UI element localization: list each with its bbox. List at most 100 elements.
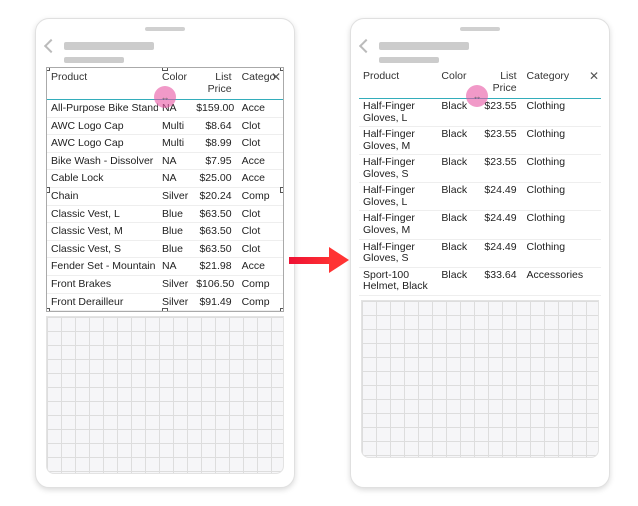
resize-handle[interactable] <box>162 308 168 312</box>
cell-color: Multi <box>158 135 192 153</box>
cell-color: Multi <box>158 117 192 135</box>
cell-product: Front Brakes <box>47 276 158 294</box>
close-icon[interactable]: ✕ <box>589 69 599 83</box>
cell-category: Clot <box>238 135 283 153</box>
table-row[interactable]: Half-Finger Gloves, MBlack$24.49Clothing <box>359 211 601 239</box>
cell-price: $8.99 <box>192 135 237 153</box>
col-product[interactable]: Product <box>47 68 158 100</box>
cell-color: Black <box>437 127 475 155</box>
cell-color: Black <box>437 267 475 295</box>
cell-product: Front Derailleur <box>47 293 158 311</box>
back-icon[interactable] <box>359 39 373 53</box>
cell-category: Clot <box>238 240 283 258</box>
table-visual-selected[interactable]: ✕ ↔ Product Color List Price Catego All-… <box>46 67 284 312</box>
resize-handle[interactable] <box>46 67 50 71</box>
cell-color: Silver <box>158 276 192 294</box>
resize-handle[interactable] <box>46 308 50 312</box>
screen-header <box>36 37 294 55</box>
cell-color: Blue <box>158 223 192 241</box>
cell-category: Clothing <box>523 211 601 239</box>
cell-product: Half-Finger Gloves, L <box>359 99 437 127</box>
cell-price: $106.50 <box>192 276 237 294</box>
transition-arrow-icon <box>289 250 349 270</box>
cell-color: NA <box>158 152 192 170</box>
cell-color: Black <box>437 239 475 267</box>
cell-color: Blue <box>158 205 192 223</box>
cell-product: Fender Set - Mountain <box>47 258 158 276</box>
cell-product: Cable Lock <box>47 170 158 188</box>
back-icon[interactable] <box>44 39 58 53</box>
cell-product: AWC Logo Cap <box>47 135 158 153</box>
table-row[interactable]: AWC Logo CapMulti$8.64Clot <box>47 117 283 135</box>
cell-category: Clothing <box>523 183 601 211</box>
canvas-grid <box>46 316 284 474</box>
close-icon[interactable]: ✕ <box>271 70 281 84</box>
cell-price: $23.55 <box>476 127 523 155</box>
phone-mockup-right: ✕ ↔ Product Color List Price Category Ha… <box>350 18 610 488</box>
table-row[interactable]: Classic Vest, LBlue$63.50Clot <box>47 205 283 223</box>
cell-category: Clot <box>238 205 283 223</box>
cell-product: All-Purpose Bike Stand <box>47 100 158 118</box>
phone-mockup-left: ✕ ↔ Product Color List Price Catego All-… <box>35 18 295 488</box>
column-resize-cursor-icon[interactable]: ↔ <box>154 86 176 108</box>
cell-color: NA <box>158 170 192 188</box>
table-row[interactable]: AWC Logo CapMulti$8.99Clot <box>47 135 283 153</box>
cell-category: Acce <box>238 152 283 170</box>
resize-handle[interactable] <box>280 187 284 193</box>
cell-category: Accessories <box>523 267 601 295</box>
cell-product: Classic Vest, L <box>47 205 158 223</box>
resize-handle[interactable] <box>162 67 168 71</box>
column-resize-cursor-icon[interactable]: ↔ <box>466 85 488 107</box>
cell-color: Black <box>437 211 475 239</box>
table-row[interactable]: Classic Vest, MBlue$63.50Clot <box>47 223 283 241</box>
canvas-grid <box>361 300 599 458</box>
table-row[interactable]: Half-Finger Gloves, MBlack$23.55Clothing <box>359 127 601 155</box>
cell-product: Half-Finger Gloves, S <box>359 155 437 183</box>
cell-category: Clothing <box>523 239 601 267</box>
cell-product: Half-Finger Gloves, M <box>359 127 437 155</box>
cell-category: Comp <box>238 188 283 206</box>
cell-price: $33.64 <box>476 267 523 295</box>
col-product[interactable]: Product <box>359 67 437 99</box>
cell-product: AWC Logo Cap <box>47 117 158 135</box>
cell-category: Clothing <box>523 127 601 155</box>
cell-price: $25.00 <box>192 170 237 188</box>
cell-price: $24.49 <box>476 239 523 267</box>
cell-product: Half-Finger Gloves, L <box>359 183 437 211</box>
cell-color: Blue <box>158 240 192 258</box>
table-row[interactable]: Half-Finger Gloves, SBlack$23.55Clothing <box>359 155 601 183</box>
cell-product: Half-Finger Gloves, M <box>359 211 437 239</box>
table-row[interactable]: Half-Finger Gloves, LBlack$24.49Clothing <box>359 183 601 211</box>
cell-price: $24.49 <box>476 183 523 211</box>
cell-color: Black <box>437 183 475 211</box>
cell-category: Clot <box>238 117 283 135</box>
table-row[interactable]: Front BrakesSilver$106.50Comp <box>47 276 283 294</box>
cell-category: Clothing <box>523 99 601 127</box>
table-row[interactable]: Bike Wash - DissolverNA$7.95Acce <box>47 152 283 170</box>
cell-price: $7.95 <box>192 152 237 170</box>
table-visual[interactable]: ✕ ↔ Product Color List Price Category Ha… <box>359 67 601 296</box>
cell-category: Clothing <box>523 155 601 183</box>
cell-product: Bike Wash - Dissolver <box>47 152 158 170</box>
table-row[interactable]: Sport-100 Helmet, BlackBlack$33.64Access… <box>359 267 601 295</box>
cell-price: $63.50 <box>192 240 237 258</box>
cell-price: $23.55 <box>476 155 523 183</box>
cell-product: Half-Finger Gloves, S <box>359 239 437 267</box>
cell-price: $91.49 <box>192 293 237 311</box>
table-row[interactable]: Classic Vest, SBlue$63.50Clot <box>47 240 283 258</box>
cell-price: $63.50 <box>192 223 237 241</box>
cell-product: Classic Vest, S <box>47 240 158 258</box>
table-row[interactable]: Cable LockNA$25.00Acce <box>47 170 283 188</box>
col-list-price[interactable]: List Price <box>192 68 237 100</box>
table-row[interactable]: Fender Set - MountainNA$21.98Acce <box>47 258 283 276</box>
subtitle-placeholder <box>379 57 439 63</box>
cell-color: NA <box>158 258 192 276</box>
table-row[interactable]: ChainSilver$20.24Comp <box>47 188 283 206</box>
resize-handle[interactable] <box>46 187 50 193</box>
resize-handle[interactable] <box>280 308 284 312</box>
screen-header <box>351 37 609 55</box>
cell-price: $63.50 <box>192 205 237 223</box>
table-row[interactable]: Half-Finger Gloves, SBlack$24.49Clothing <box>359 239 601 267</box>
cell-category: Comp <box>238 293 283 311</box>
cell-product: Sport-100 Helmet, Black <box>359 267 437 295</box>
